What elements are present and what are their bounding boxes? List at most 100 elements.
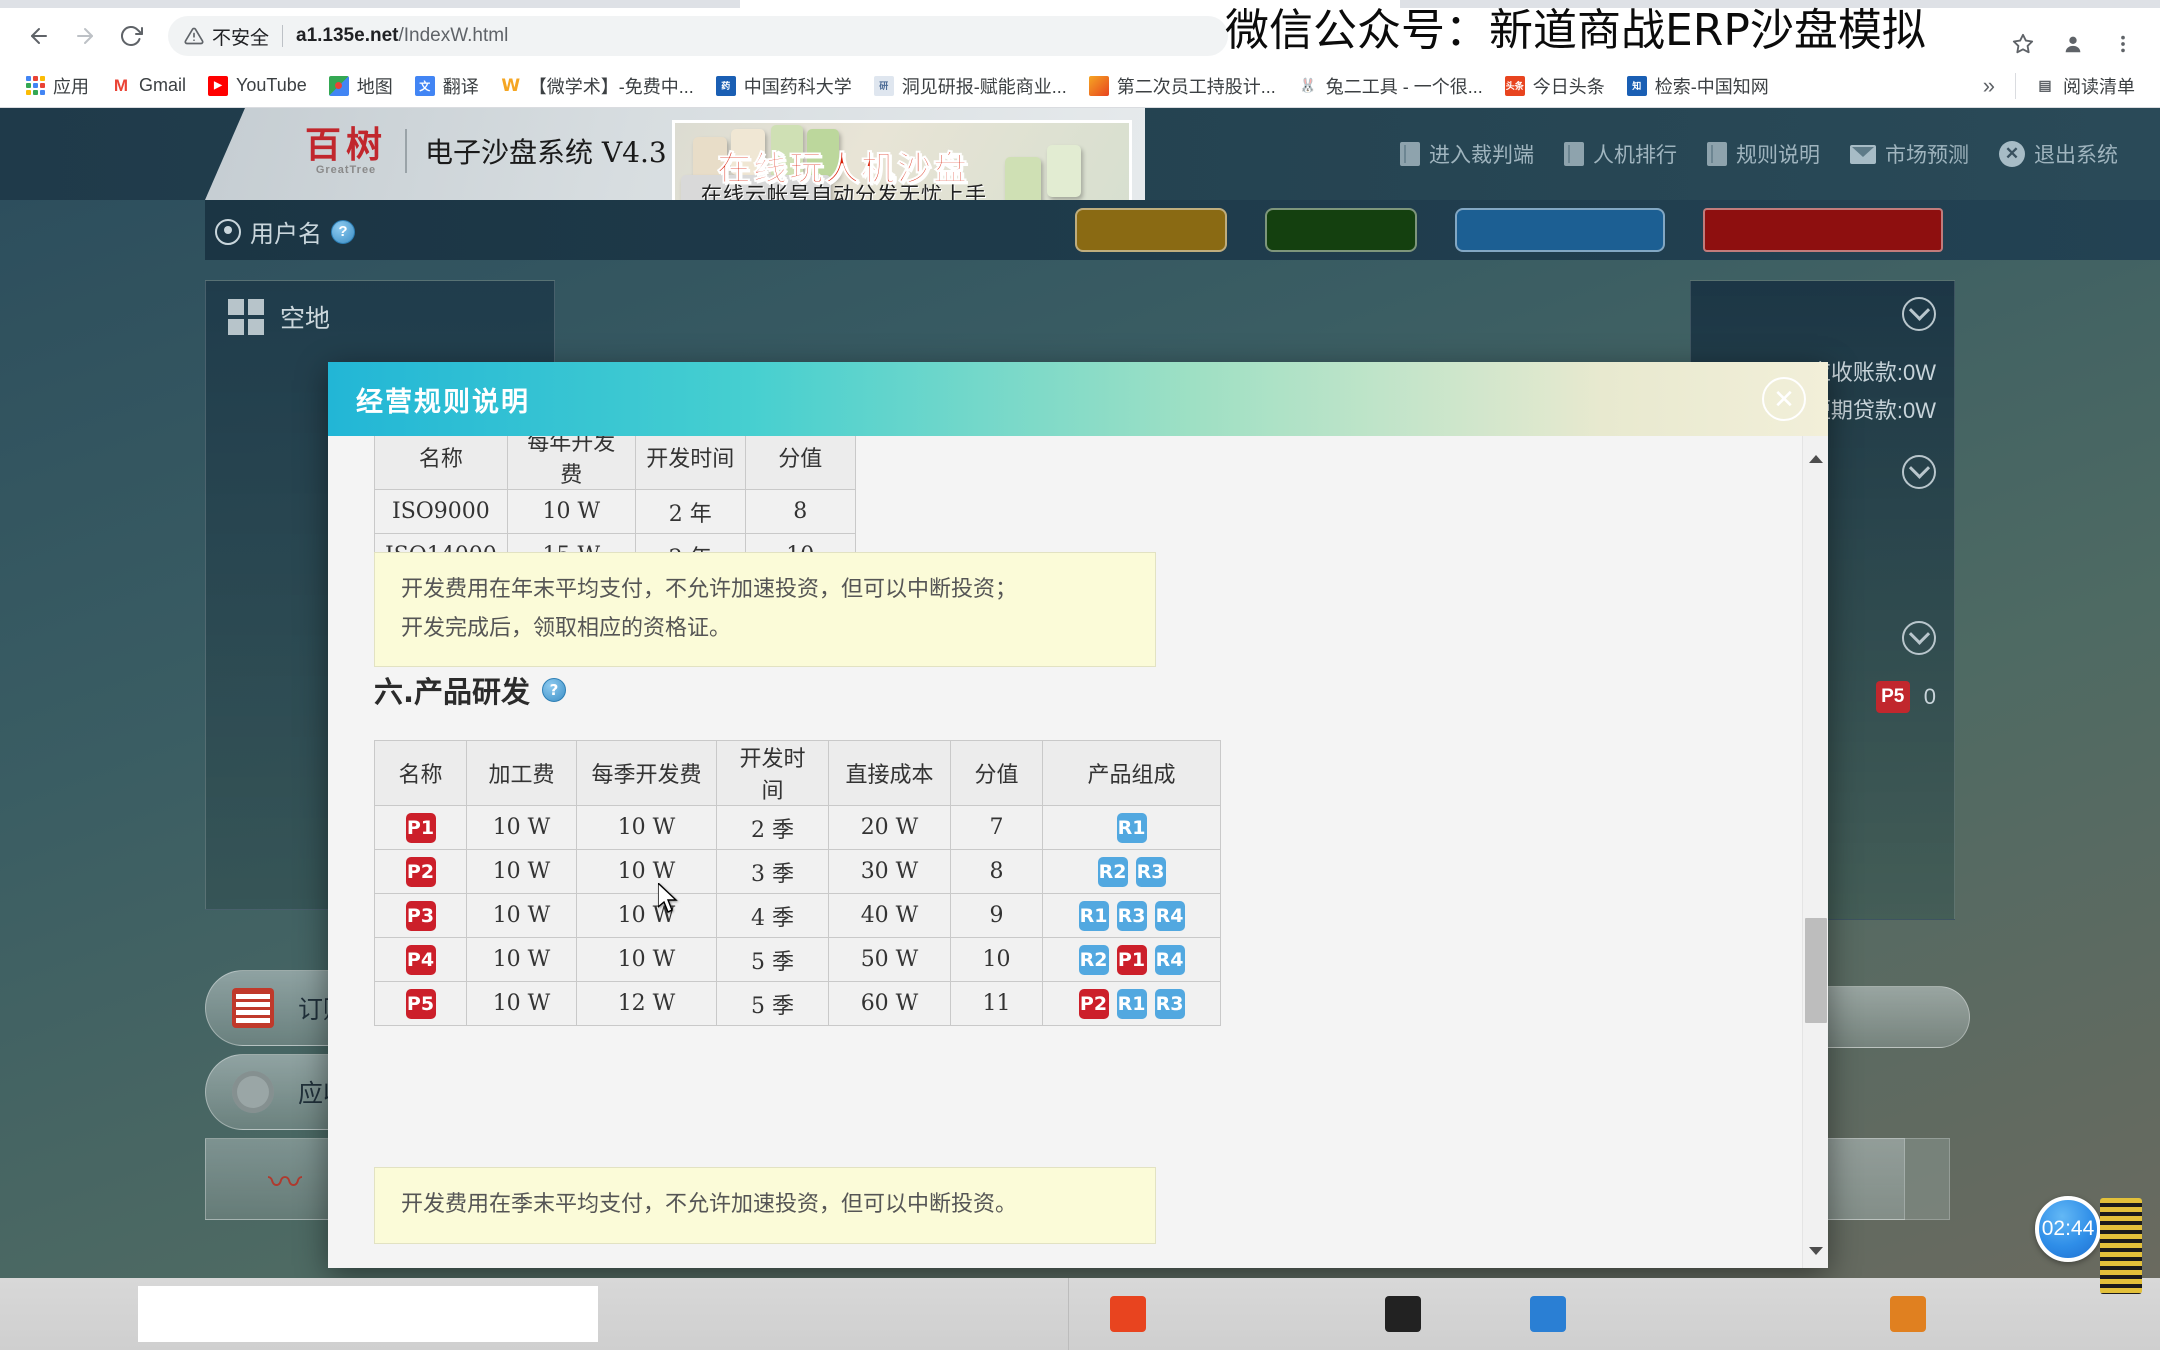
bookmark-star-icon[interactable] <box>2000 21 2046 67</box>
address-bar[interactable]: 不安全 a1.135e.net/IndexW.html <box>168 16 1228 56</box>
forward-button[interactable] <box>62 13 108 59</box>
taskbar-icon-1[interactable] <box>1110 1296 1146 1332</box>
help-icon[interactable]: ? <box>542 678 566 702</box>
cell-score: 10 <box>951 938 1043 982</box>
bookmark-rabbit[interactable]: 🐰 兔二工具 - 一个很... <box>1287 69 1494 103</box>
cell-name: P2 <box>375 850 467 894</box>
col-header-score: 分值 <box>745 436 855 490</box>
url-text: a1.135e.net/IndexW.html <box>296 25 508 47</box>
bookmark-translate[interactable]: 文 翻译 <box>404 69 490 103</box>
bookmark-dongjian[interactable]: 研 洞见研报-赋能商业... <box>863 69 1078 103</box>
bookmark-label: Gmail <box>139 75 186 96</box>
product-development-note: 开发费用在季末平均支付，不允许加速投资，但可以中断投资。 <box>374 1167 1156 1244</box>
bookmark-plan[interactable]: 第二次员工持股计... <box>1078 69 1287 103</box>
cell-direct-cost: 20 W <box>829 806 951 850</box>
reading-list-icon: ▤ <box>2035 76 2055 96</box>
material-badge: R1 <box>1117 989 1147 1019</box>
cnki-icon: 知 <box>1627 76 1647 96</box>
table-row: ISO9000 10 W 2 年 8 <box>375 490 856 534</box>
cell-score: 9 <box>951 894 1043 938</box>
col-header-components: 产品组成 <box>1043 741 1221 806</box>
product-badge: P1 <box>1117 945 1147 975</box>
col-header-process-fee: 加工费 <box>467 741 577 806</box>
cell-components: R2 R3 <box>1043 850 1221 894</box>
material-badge: R2 <box>1079 945 1109 975</box>
product-badge: P2 <box>406 857 436 887</box>
bookmark-toutiao[interactable]: 头条 今日头条 <box>1494 69 1616 103</box>
bookmark-label: 【微学术】-免费中... <box>529 73 694 99</box>
profile-avatar-icon[interactable] <box>2050 21 2096 67</box>
col-header-dev-fee: 每季开发费 <box>577 741 717 806</box>
bookmark-cpu[interactable]: 药 中国药科大学 <box>705 69 863 103</box>
scroll-down-icon[interactable] <box>1803 1238 1828 1264</box>
material-badge: R1 <box>1117 813 1147 843</box>
cell-dev-fee: 10 W <box>577 894 717 938</box>
cpu-icon: 药 <box>716 76 736 96</box>
bookmark-youtube[interactable]: ▶ YouTube <box>197 69 318 103</box>
os-taskbar <box>0 1278 2160 1350</box>
modal-scroll-content: 名称 每年开发费 开发时间 分值 ISO9000 10 W 2 年 <box>328 436 1790 1268</box>
chrome-menu-icon[interactable] <box>2100 21 2146 67</box>
col-header-dev-time: 开发时间 <box>717 741 829 806</box>
table-header-row: 名称 每年开发费 开发时间 分值 <box>375 436 856 490</box>
rules-modal: 经营规则说明 ✕ 名称 每年开发费 开发时间 分值 <box>328 362 1828 1268</box>
maps-icon <box>329 76 349 96</box>
bookmarks-overflow-button[interactable]: » <box>1971 73 2007 99</box>
bookmark-cnki[interactable]: 知 检索-中国知网 <box>1616 69 1780 103</box>
url-path: /IndexW.html <box>398 25 508 46</box>
cell-dev-fee: 10 W <box>577 850 717 894</box>
wxueshu-icon: W <box>501 76 521 96</box>
cell-process-fee: 10 W <box>467 938 577 982</box>
sandtable-page: 百树 GreatTree 电子沙盘系统 V4.3 在线玩人机沙盘 在线云帐号自动… <box>0 108 2160 1278</box>
section-6-title: 六.产品研发 <box>374 669 530 711</box>
scrollbar-thumb[interactable] <box>1805 918 1827 1023</box>
product-badge: P1 <box>406 813 436 843</box>
cell-dev-time: 4 季 <box>717 894 829 938</box>
bookmark-label: 今日头条 <box>1533 73 1605 99</box>
note-line-1: 开发费用在年末平均支付，不允许加速投资，但可以中断投资； <box>401 571 1129 610</box>
certification-note: 开发费用在年末平均支付，不允许加速投资，但可以中断投资； 开发完成后，领取相应的… <box>374 552 1156 667</box>
cell-direct-cost: 60 W <box>829 982 951 1026</box>
table-row: P4 10 W 10 W 5 季 50 W 10 R2 P1 R4 <box>375 938 1221 982</box>
scroll-up-icon[interactable] <box>1803 446 1828 472</box>
dongjian-icon: 研 <box>874 76 894 96</box>
bookmark-label: 检索-中国知网 <box>1655 73 1769 99</box>
bookmark-apps[interactable]: 应用 <box>14 69 100 103</box>
modal-body: 名称 每年开发费 开发时间 分值 ISO9000 10 W 2 年 <box>328 436 1828 1268</box>
col-header-dev-time: 开发时间 <box>635 436 745 490</box>
close-icon[interactable]: ✕ <box>1762 377 1806 421</box>
bookmark-maps[interactable]: 地图 <box>318 69 404 103</box>
taskbar-icon-4[interactable] <box>1890 1296 1926 1332</box>
table-row: P5 10 W 12 W 5 季 60 W 11 P2 R1 R3 <box>375 982 1221 1026</box>
bookmark-label: 应用 <box>53 73 89 99</box>
taskbar-icon-3[interactable] <box>1530 1296 1566 1332</box>
equalizer-indicator <box>2100 1198 2142 1294</box>
taskbar-icon-2[interactable] <box>1385 1296 1421 1332</box>
material-badge: R3 <box>1155 989 1185 1019</box>
section-6-heading: 六.产品研发 ? <box>374 669 566 711</box>
back-button[interactable] <box>16 13 62 59</box>
table-row: P2 10 W 10 W 3 季 30 W 8 R2 R3 <box>375 850 1221 894</box>
modal-scrollbar[interactable] <box>1802 436 1828 1268</box>
cell-dev-fee: 12 W <box>577 982 717 1026</box>
product-badge: P4 <box>406 945 436 975</box>
bookmark-label: 翻译 <box>443 73 479 99</box>
modal-title: 经营规则说明 <box>356 380 530 419</box>
bookmark-label: 洞见研报-赋能商业... <box>902 73 1067 99</box>
cell-name: P1 <box>375 806 467 850</box>
bookmark-label: 地图 <box>357 73 393 99</box>
cell-process-fee: 10 W <box>467 982 577 1026</box>
bookmark-label: YouTube <box>236 75 307 96</box>
os-search-input[interactable] <box>138 1286 598 1342</box>
countdown-timer: 02:44 <box>2035 1196 2101 1262</box>
reading-list-button[interactable]: ▤ 阅读清单 <box>2024 69 2146 103</box>
url-host: a1.135e.net <box>296 25 398 46</box>
cell-dev-fee: 10 W <box>577 806 717 850</box>
bookmark-wxueshu[interactable]: W 【微学术】-免费中... <box>490 69 705 103</box>
col-header-name: 名称 <box>375 436 508 490</box>
cell-components: R2 P1 R4 <box>1043 938 1221 982</box>
note-line-2: 开发完成后，领取相应的资格证。 <box>401 610 1129 649</box>
bookmark-gmail[interactable]: M Gmail <box>100 69 197 103</box>
reload-button[interactable] <box>108 13 154 59</box>
taskbar-divider <box>1068 1278 1069 1350</box>
